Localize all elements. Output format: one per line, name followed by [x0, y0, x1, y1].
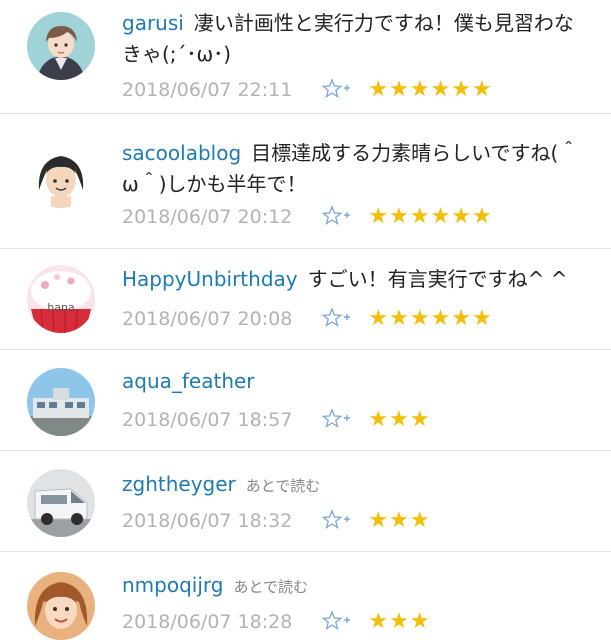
add-star-icon[interactable] — [322, 205, 351, 225]
add-star-icon[interactable] — [322, 307, 351, 327]
van-photo-avatar[interactable] — [27, 469, 95, 537]
read-later-label[interactable]: あとで読む — [246, 477, 321, 495]
add-star-icon[interactable] — [322, 509, 351, 529]
person-photo-avatar[interactable] — [27, 572, 95, 640]
stars: ★★★★★★ — [368, 204, 493, 229]
stars: ★★★★★★ — [368, 306, 493, 331]
comment-row: zghtheyger あとで読む 2018/06/07 18:32 ★★★ — [0, 451, 611, 552]
comment-row: garusi 凄い計画性と実行力ですね！僕も見習わなきゃ(;´･ω･) 2018/… — [0, 0, 611, 114]
timestamp[interactable]: 2018/06/07 18:28 — [122, 611, 292, 633]
comment-row: hana HappyUnbirthday すごい！有言実行ですね^ ^ 2018/… — [0, 249, 611, 350]
timestamp[interactable]: 2018/06/07 20:08 — [122, 308, 292, 330]
username[interactable]: garusi — [122, 11, 184, 35]
comment-row: aqua_feather 2018/06/07 18:57 ★★★ — [0, 350, 611, 451]
avatar-caption: hana — [47, 301, 74, 314]
comment-text: 凄い計画性と実行力ですね！僕も見習わなきゃ(;´･ω･) — [122, 11, 574, 66]
cartoon-face-avatar[interactable] — [27, 140, 95, 208]
timestamp[interactable]: 2018/06/07 20:12 — [122, 206, 292, 228]
username[interactable]: zghtheyger — [122, 472, 236, 496]
building-photo-avatar[interactable] — [27, 368, 95, 436]
stars: ★★★ — [368, 609, 431, 634]
comment-row: nmpoqijrg あとで読む 2018/06/07 18:28 ★★★ — [0, 552, 611, 640]
comment-text: すごい！有言実行ですね^ ^ — [307, 267, 568, 291]
stars: ★★★ — [368, 508, 431, 533]
add-star-icon[interactable] — [322, 408, 351, 428]
username[interactable]: aqua_feather — [122, 369, 255, 393]
stars: ★★★ — [368, 407, 431, 432]
username[interactable]: sacoolablog — [122, 141, 241, 165]
stars: ★★★★★★ — [368, 77, 493, 102]
username[interactable]: nmpoqijrg — [122, 573, 223, 597]
comment-row: sacoolablog 目標達成する力素晴らしいですね(＾ω＾)しかも半年で！ 2… — [0, 114, 611, 249]
add-star-icon[interactable] — [322, 78, 351, 98]
cupcake-avatar[interactable]: hana — [27, 265, 95, 333]
timestamp[interactable]: 2018/06/07 22:11 — [122, 79, 292, 101]
timestamp[interactable]: 2018/06/07 18:57 — [122, 409, 292, 431]
comment-list: garusi 凄い計画性と実行力ですね！僕も見習わなきゃ(;´･ω･) 2018/… — [0, 0, 611, 640]
add-star-icon[interactable] — [322, 610, 351, 630]
timestamp[interactable]: 2018/06/07 18:32 — [122, 510, 292, 532]
cartoon-character-avatar[interactable] — [27, 12, 95, 80]
username[interactable]: HappyUnbirthday — [122, 267, 298, 291]
read-later-label[interactable]: あとで読む — [233, 578, 308, 596]
